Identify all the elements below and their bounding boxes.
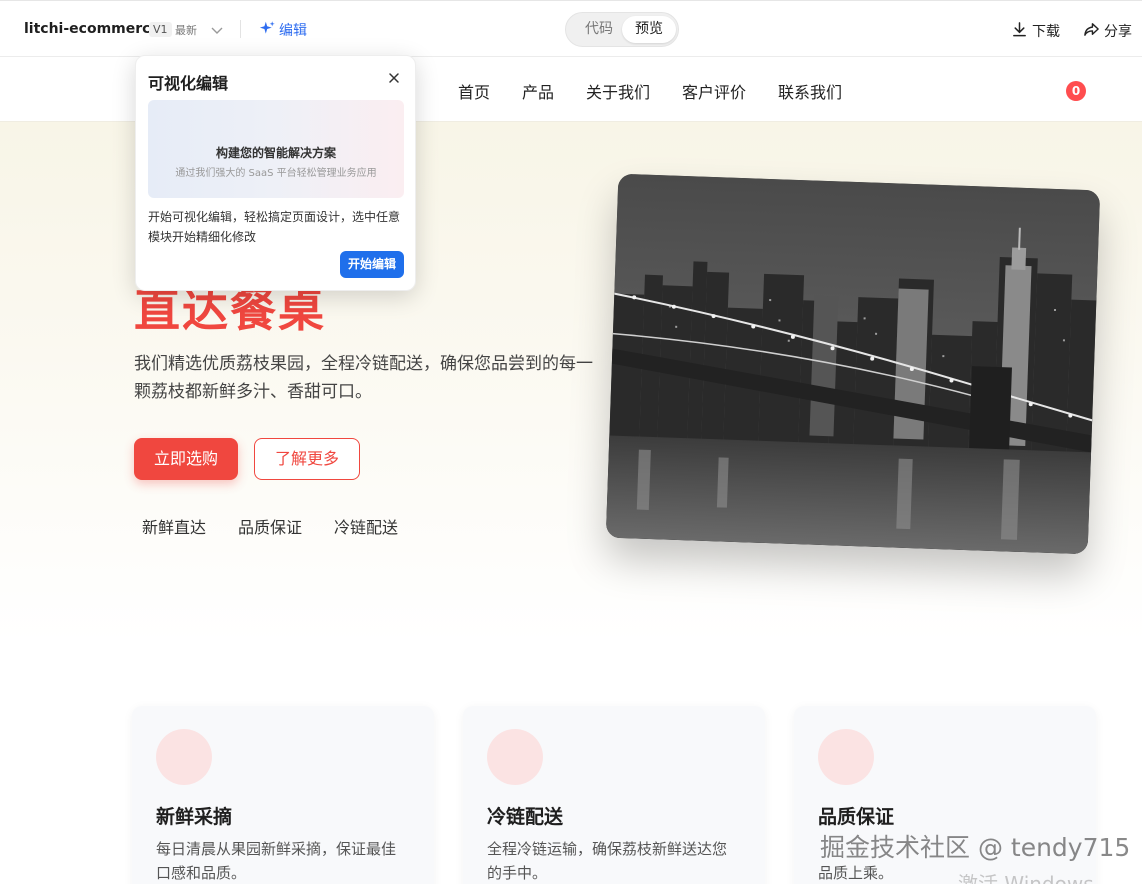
visual-edit-popover: 可视化编辑 构建您的智能解决方案 通过我们强大的 SaaS 平台轻松管理业务应用…: [135, 55, 416, 291]
quality-icon: [818, 729, 874, 785]
fresh-pick-icon: [156, 729, 212, 785]
share-label: 分享: [1104, 24, 1132, 40]
hero-feature-coldchain: 冷链配送: [334, 518, 399, 537]
sparkle-icon: [259, 20, 276, 41]
project-name[interactable]: litchi-ecommerc...: [24, 21, 166, 37]
hero-description: 我们精选优质荔枝果园，全程冷链配送，确保您品尝到的每一颗荔枝都新鲜多汁、香甜可口…: [134, 354, 593, 402]
popover-preview-image: 构建您的智能解决方案 通过我们强大的 SaaS 平台轻松管理业务应用: [148, 100, 404, 198]
tab-preview[interactable]: 预览: [622, 16, 676, 43]
tab-code[interactable]: 代码: [574, 17, 624, 42]
download-label: 下载: [1032, 24, 1060, 40]
nav-item-products[interactable]: 产品: [522, 79, 554, 103]
edit-button[interactable]: 编辑: [259, 19, 307, 41]
download-button[interactable]: 下载: [1011, 20, 1060, 42]
view-mode-toggle: 代码 预览: [565, 12, 679, 47]
download-icon: [1011, 21, 1028, 42]
chevron-down-icon[interactable]: [209, 22, 225, 38]
hero-city-image: [605, 173, 1101, 555]
popover-title: 可视化编辑: [148, 74, 229, 93]
feature-card-coldchain: 冷链配送 全程冷链运输，确保荔枝新鲜送达您的手中。: [463, 706, 765, 884]
preview-title: 构建您的智能解决方案: [215, 146, 336, 160]
start-editing-button[interactable]: 开始编辑: [340, 251, 404, 278]
share-button[interactable]: 分享: [1083, 20, 1132, 42]
version-latest-tag: 最新: [175, 24, 197, 37]
card-title: 新鲜采摘: [156, 806, 233, 828]
nav-item-contact[interactable]: 联系我们: [778, 79, 842, 103]
card-title: 冷链配送: [487, 806, 564, 828]
cold-chain-icon: [487, 729, 543, 785]
card-title: 品质保证: [818, 806, 895, 828]
cart-count-badge[interactable]: 0: [1066, 81, 1086, 101]
share-icon: [1083, 21, 1100, 42]
nav-item-home[interactable]: 首页: [458, 79, 490, 103]
popover-description: 开始可视化编辑，轻松搞定页面设计，选中任意模块开始精细化修改: [148, 210, 401, 244]
buy-now-button[interactable]: 立即选购: [134, 438, 238, 480]
nav-item-about[interactable]: 关于我们: [586, 79, 650, 103]
editor-toolbar: litchi-ecommerc... V1 最新 编辑 代码 预览 下载 分享: [0, 0, 1142, 57]
card-description: 每日清晨从果园新鲜采摘，保证最佳口感和品质。: [156, 840, 397, 882]
version-badge: V1: [149, 22, 172, 37]
close-icon[interactable]: [386, 70, 402, 86]
learn-more-button[interactable]: 了解更多: [254, 438, 360, 480]
card-description: 全程冷链运输，确保荔枝新鲜送达您的手中。: [487, 840, 728, 882]
windows-activation-watermark: 激活 Windows: [958, 872, 1094, 884]
hero-feature-fresh: 新鲜直达: [142, 518, 207, 537]
preview-subtitle: 通过我们强大的 SaaS 平台轻松管理业务应用: [175, 168, 377, 179]
juejin-watermark: 掘金技术社区 @ tendy715: [820, 833, 1131, 862]
edit-label: 编辑: [279, 23, 307, 39]
hero-feature-quality: 品质保证: [238, 518, 303, 537]
toolbar-divider: [240, 20, 241, 38]
feature-card-fresh: 新鲜采摘 每日清晨从果园新鲜采摘，保证最佳口感和品质。: [132, 706, 434, 884]
nav-item-reviews[interactable]: 客户评价: [682, 79, 746, 103]
